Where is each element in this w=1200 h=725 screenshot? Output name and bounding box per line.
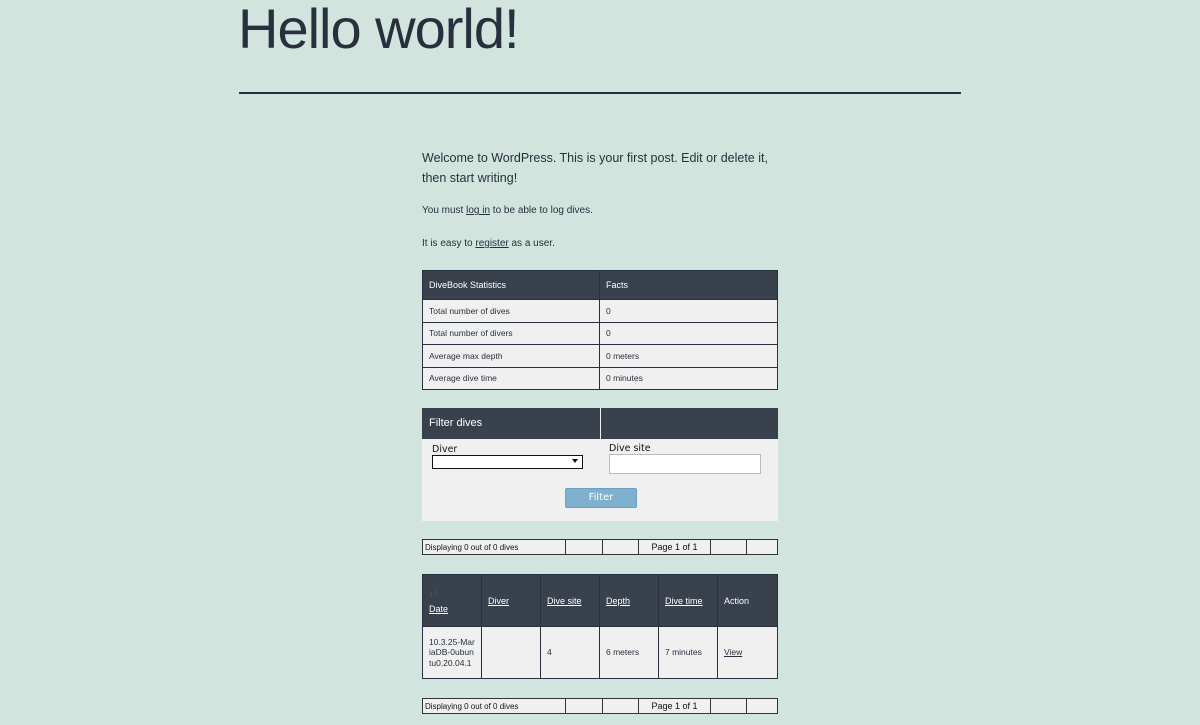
pager-first[interactable]: [565, 539, 603, 555]
column-dive-site: Dive site: [540, 574, 600, 627]
chevron-down-icon: [572, 459, 578, 463]
sort-site-link[interactable]: Dive site: [547, 596, 582, 606]
stats-header: DiveBook Statistics: [422, 270, 600, 300]
dive-action: View: [717, 626, 778, 679]
sort-icon[interactable]: ↓↑: [429, 588, 475, 598]
table-row: Total number of divers 0: [422, 321, 778, 345]
pager-last[interactable]: [746, 698, 778, 714]
register-link[interactable]: register: [475, 238, 508, 249]
dive-site: 4: [540, 626, 600, 679]
post-content: Welcome to WordPress. This is your first…: [422, 148, 778, 250]
stats-header: Facts: [599, 270, 778, 300]
sort-date-link[interactable]: Date: [429, 604, 448, 614]
post-intro: Welcome to WordPress. This is your first…: [422, 151, 768, 185]
statistics-table: DiveBook Statistics Facts Total number o…: [422, 270, 778, 390]
pager-next[interactable]: [710, 698, 747, 714]
table-row: Total number of dives 0: [422, 299, 778, 323]
sort-depth-link[interactable]: Depth: [606, 596, 630, 606]
pager-next[interactable]: [710, 539, 747, 555]
dive-site-label: Dive site: [609, 443, 651, 454]
column-date: ↓↑ Date: [422, 574, 482, 627]
dive-time: 7 minutes: [658, 626, 718, 679]
table-row: Average max depth 0 meters: [422, 344, 778, 368]
login-notice: You must log in to be able to log dives.: [422, 205, 593, 216]
table-row: 10.3.25-MariaDB-0ubuntu0.20.04.1 4 6 met…: [422, 626, 778, 679]
page-indicator: Page 1 of 1: [638, 698, 711, 714]
pagination-bottom: Displaying 0 out of 0 dives Page 1 of 1: [422, 698, 778, 714]
view-link[interactable]: View: [724, 647, 742, 657]
diver-label: Diver: [432, 444, 458, 455]
dive-date: 10.3.25-MariaDB-0ubuntu0.20.04.1: [422, 626, 482, 679]
filter-panel: Filter dives Diver Dive site Filter: [422, 408, 778, 521]
pager-first[interactable]: [565, 698, 603, 714]
dives-table: ↓↑ Date Diver Dive site Depth Dive time …: [422, 574, 778, 679]
column-depth: Depth: [599, 574, 659, 627]
column-action: Action: [717, 574, 778, 627]
filter-title: Filter dives: [429, 417, 483, 429]
displaying-count: Displaying 0 out of 0 dives: [422, 698, 566, 714]
dive-site-input[interactable]: [609, 454, 761, 474]
pager-last[interactable]: [746, 539, 778, 555]
pager-prev[interactable]: [602, 539, 639, 555]
filter-header: Filter dives: [422, 408, 778, 439]
table-row: Average dive time 0 minutes: [422, 366, 778, 390]
diver-select[interactable]: [432, 455, 583, 469]
dive-depth: 6 meters: [599, 626, 659, 679]
page-indicator: Page 1 of 1: [638, 539, 711, 555]
post-title: Hello world!: [238, 0, 520, 60]
column-dive-time: Dive time: [658, 574, 718, 627]
displaying-count: Displaying 0 out of 0 dives: [422, 539, 566, 555]
dive-diver: [481, 626, 541, 679]
column-diver: Diver: [481, 574, 541, 627]
filter-button[interactable]: Filter: [565, 488, 637, 508]
filter-header-divider: [600, 408, 601, 439]
register-notice: It is easy to register as a user.: [422, 238, 555, 249]
login-link[interactable]: log in: [466, 205, 490, 216]
title-divider: [239, 92, 961, 94]
pager-prev[interactable]: [602, 698, 639, 714]
sort-time-link[interactable]: Dive time: [665, 596, 703, 606]
pagination-top: Displaying 0 out of 0 dives Page 1 of 1: [422, 539, 778, 555]
sort-diver-link[interactable]: Diver: [488, 596, 509, 606]
